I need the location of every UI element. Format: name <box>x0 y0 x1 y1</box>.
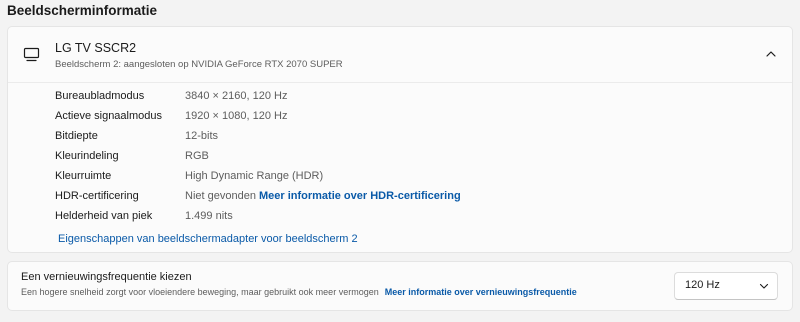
display-subtitle: Beeldscherm 2: aangesloten op NVIDIA GeF… <box>55 59 343 70</box>
info-value: High Dynamic Range (HDR) <box>185 170 324 182</box>
info-label: Kleurruimte <box>55 170 112 182</box>
collapse-button[interactable] <box>760 43 782 65</box>
info-value: 12-bits <box>185 130 219 142</box>
info-label: Actieve signaalmodus <box>55 110 163 122</box>
display-info-card: LG TV SSCR2 Beeldscherm 2: aangesloten o… <box>7 26 793 253</box>
section-title: Beeldscherminformatie <box>7 3 158 18</box>
display-settings-page: Beeldscherminformatie LG TV SSCR2 Beelds… <box>0 0 800 322</box>
info-label: Helderheid van piek <box>55 210 153 222</box>
info-label: Bitdiepte <box>55 130 98 142</box>
info-value: RGB <box>185 150 209 162</box>
info-label: HDR-certificering <box>55 190 139 202</box>
chevron-up-icon <box>766 51 776 57</box>
info-value: 1.499 nits <box>185 210 233 222</box>
refresh-rate-info-link[interactable]: Meer informatie over vernieuwingsfrequen… <box>385 287 577 297</box>
hdr-certification-link[interactable]: Meer informatie over HDR-certificering <box>259 190 461 202</box>
refresh-description-text: Een hogere snelheid zorgt voor vloeiende… <box>21 287 379 297</box>
display-header[interactable]: LG TV SSCR2 Beeldscherm 2: aangesloten o… <box>8 27 792 83</box>
monitor-icon <box>23 47 40 62</box>
refresh-rate-description: Een hogere snelheid zorgt voor vloeiende… <box>21 287 577 297</box>
dropdown-selected-value: 120 Hz <box>685 279 720 291</box>
refresh-rate-title: Een vernieuwingsfrequentie kiezen <box>21 271 192 283</box>
info-value: 3840 × 2160, 120 Hz <box>185 90 288 102</box>
info-value: 1920 × 1080, 120 Hz <box>185 110 288 122</box>
chevron-down-icon <box>759 283 769 289</box>
info-label: Kleurindeling <box>55 150 119 162</box>
hdr-status: Niet gevonden <box>185 190 256 202</box>
refresh-rate-card: Een vernieuwingsfrequentie kiezen Een ho… <box>7 261 793 311</box>
display-name: LG TV SSCR2 <box>55 41 137 55</box>
adapter-properties-link[interactable]: Eigenschappen van beeldschermadapter voo… <box>58 233 358 245</box>
info-value: Niet gevonden Meer informatie over HDR-ce… <box>185 189 461 203</box>
refresh-rate-dropdown[interactable]: 120 Hz <box>674 272 778 300</box>
info-label: Bureaubladmodus <box>55 90 145 102</box>
